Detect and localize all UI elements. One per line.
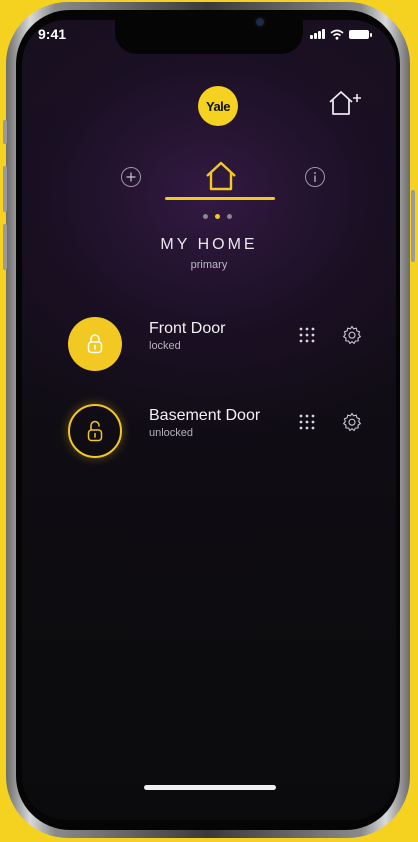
page-dots[interactable] bbox=[203, 214, 232, 219]
gear-icon[interactable] bbox=[341, 324, 363, 346]
logo-text: Yale bbox=[205, 98, 231, 114]
side-button-mute bbox=[3, 120, 7, 144]
house-icon bbox=[206, 161, 236, 191]
info-circle-icon bbox=[314, 172, 316, 182]
lock-row-basement-door[interactable]: Basement Door unlocked bbox=[60, 401, 376, 461]
front-camera bbox=[256, 18, 264, 26]
active-tab-indicator bbox=[165, 197, 275, 200]
lock-status: locked bbox=[149, 340, 181, 352]
wifi-icon bbox=[330, 29, 344, 40]
gear-icon[interactable] bbox=[341, 411, 363, 433]
home-role: primary bbox=[190, 259, 228, 271]
battery-icon bbox=[349, 29, 372, 39]
home-indicator[interactable] bbox=[144, 785, 276, 790]
page-dot-active[interactable] bbox=[215, 214, 220, 219]
status-icons bbox=[310, 28, 372, 40]
house-plus-icon bbox=[329, 91, 361, 115]
info-button[interactable] bbox=[305, 167, 325, 187]
notch bbox=[115, 20, 303, 54]
keypad-icon[interactable] bbox=[298, 413, 316, 431]
lock-name: Basement Door bbox=[149, 407, 261, 424]
signal-icon bbox=[310, 29, 325, 39]
page-dot[interactable] bbox=[227, 214, 232, 219]
home-name: MY HOME bbox=[160, 236, 258, 253]
home-tab[interactable] bbox=[204, 160, 238, 192]
lock-toggle-button[interactable] bbox=[68, 317, 122, 371]
status-time: 9:41 bbox=[38, 26, 67, 42]
plus-circle-icon bbox=[126, 172, 136, 182]
add-home-button[interactable] bbox=[326, 88, 366, 118]
lock-status: unlocked bbox=[149, 427, 194, 439]
lock-toggle-button[interactable] bbox=[68, 404, 122, 458]
yale-logo: Yale bbox=[198, 86, 238, 126]
lock-name: Front Door bbox=[149, 320, 226, 337]
padlock-open-icon bbox=[87, 420, 103, 442]
add-lock-button[interactable] bbox=[121, 167, 141, 187]
keypad-icon[interactable] bbox=[298, 326, 316, 344]
page-dot[interactable] bbox=[203, 214, 208, 219]
padlock-closed-icon bbox=[87, 334, 103, 354]
lock-row-front-door[interactable]: Front Door locked bbox=[60, 314, 376, 374]
side-button-volume-up bbox=[3, 166, 7, 212]
